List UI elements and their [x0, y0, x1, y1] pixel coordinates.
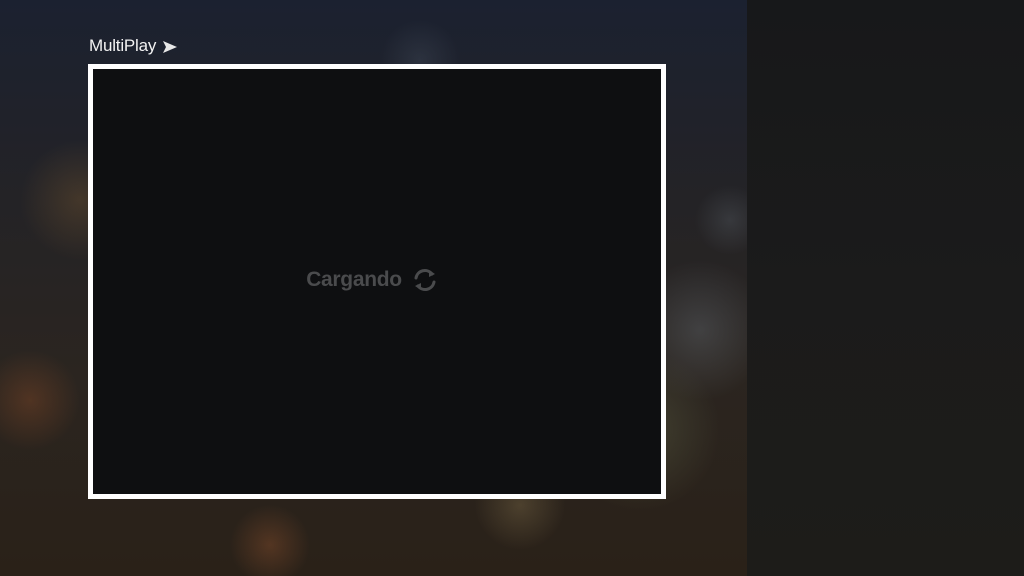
screen: MultiPlay Cargando	[0, 0, 1024, 576]
loading-overlay: Cargando	[93, 69, 661, 494]
app-title: MultiPlay	[89, 36, 157, 55]
loading-indicator: Cargando	[306, 265, 440, 295]
side-panel	[747, 0, 1024, 576]
app-title-link[interactable]: MultiPlay	[89, 35, 178, 57]
send-arrow-icon	[162, 40, 178, 54]
video-player[interactable]: Cargando	[88, 64, 666, 499]
refresh-icon	[410, 265, 440, 295]
loading-label: Cargando	[306, 267, 402, 291]
